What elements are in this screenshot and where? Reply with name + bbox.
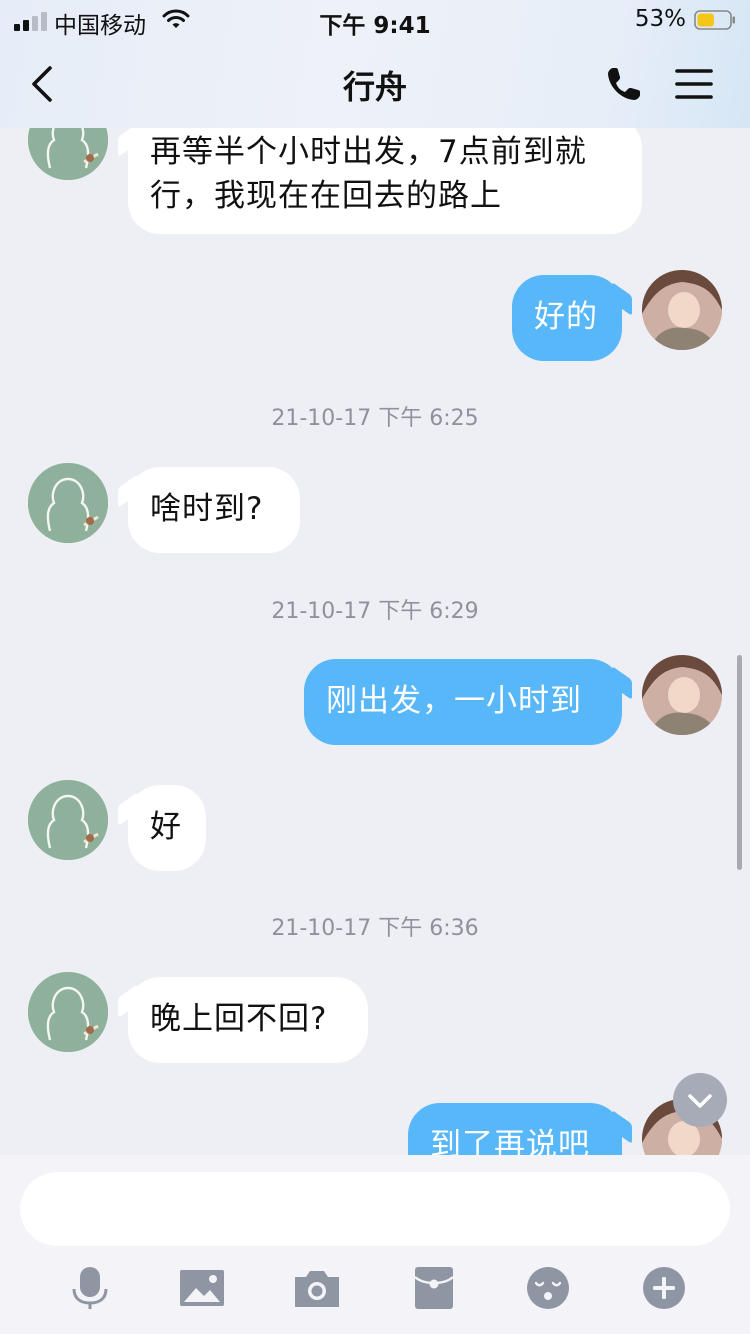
- call-button[interactable]: [604, 64, 644, 104]
- message-text: 啥时到?: [150, 491, 264, 527]
- red-packet-icon: [414, 1267, 454, 1309]
- message-bubble[interactable]: 刚出发，一小时到: [304, 659, 622, 745]
- top-bar: 中国移动 下午 9:41 53% 行舟: [0, 0, 750, 128]
- message-timestamp: 21-10-17 下午 6:29: [271, 599, 479, 624]
- emoji-icon: [527, 1267, 569, 1309]
- my-avatar[interactable]: [642, 270, 722, 350]
- message-bubble[interactable]: 晚上回不回?: [128, 977, 368, 1063]
- red-packet-button[interactable]: [410, 1265, 458, 1311]
- phone-icon: [608, 68, 640, 100]
- camera-icon: [295, 1271, 339, 1307]
- message-text: 到了再说吧: [430, 1127, 590, 1155]
- plus-button[interactable]: [640, 1265, 688, 1311]
- contact-avatar[interactable]: [28, 463, 108, 543]
- message-text: 刚出发，一小时到: [326, 683, 582, 719]
- scroll-to-bottom-button[interactable]: [673, 1073, 727, 1127]
- microphone-button[interactable]: [66, 1265, 114, 1311]
- composer: [0, 1155, 750, 1334]
- message-bubble[interactable]: 到了再说吧: [408, 1103, 622, 1155]
- scrollbar[interactable]: [737, 655, 742, 870]
- menu-button[interactable]: [674, 66, 714, 102]
- my-avatar[interactable]: [642, 655, 722, 735]
- message-text-line: 行，我现在在回去的路上: [150, 178, 502, 214]
- emoji-button[interactable]: [524, 1265, 572, 1311]
- message-timestamp: 21-10-17 下午 6:36: [271, 916, 479, 941]
- microphone-icon: [72, 1267, 108, 1309]
- camera-button[interactable]: [293, 1265, 341, 1311]
- message-bubble[interactable]: 再等半个小时出发，7点前到就 行，我现在在回去的路上: [128, 116, 642, 234]
- contact-avatar[interactable]: [28, 780, 108, 860]
- image-icon: [180, 1270, 224, 1306]
- battery-icon: [694, 10, 735, 30]
- message-input[interactable]: [20, 1172, 730, 1246]
- message-text: 晚上回不回?: [150, 1001, 328, 1037]
- message-list[interactable]: 再等半个小时出发，7点前到就 行，我现在在回去的路上 好的 21-10-17 下…: [0, 0, 750, 1155]
- menu-icon: [675, 69, 713, 99]
- message-bubble[interactable]: 好: [128, 785, 206, 871]
- chat-screen: 再等半个小时出发，7点前到就 行，我现在在回去的路上 好的 21-10-17 下…: [0, 0, 750, 1334]
- contact-avatar[interactable]: [28, 972, 108, 1052]
- plus-icon: [643, 1267, 685, 1309]
- message-text-line: 再等半个小时出发，7点前到就: [150, 134, 587, 170]
- battery-percent: 53%: [634, 6, 686, 32]
- message-timestamp: 21-10-17 下午 6:25: [271, 406, 479, 431]
- message-bubble[interactable]: 好的: [512, 275, 622, 361]
- message-text: 好的: [534, 299, 598, 335]
- image-button[interactable]: [178, 1265, 226, 1311]
- status-bar: 中国移动 下午 9:41 53%: [0, 0, 750, 40]
- chevron-down-icon: [688, 1094, 712, 1108]
- message-bubble[interactable]: 啥时到?: [128, 467, 300, 553]
- message-text: 好: [150, 809, 182, 845]
- chat-header: 行舟: [0, 40, 750, 128]
